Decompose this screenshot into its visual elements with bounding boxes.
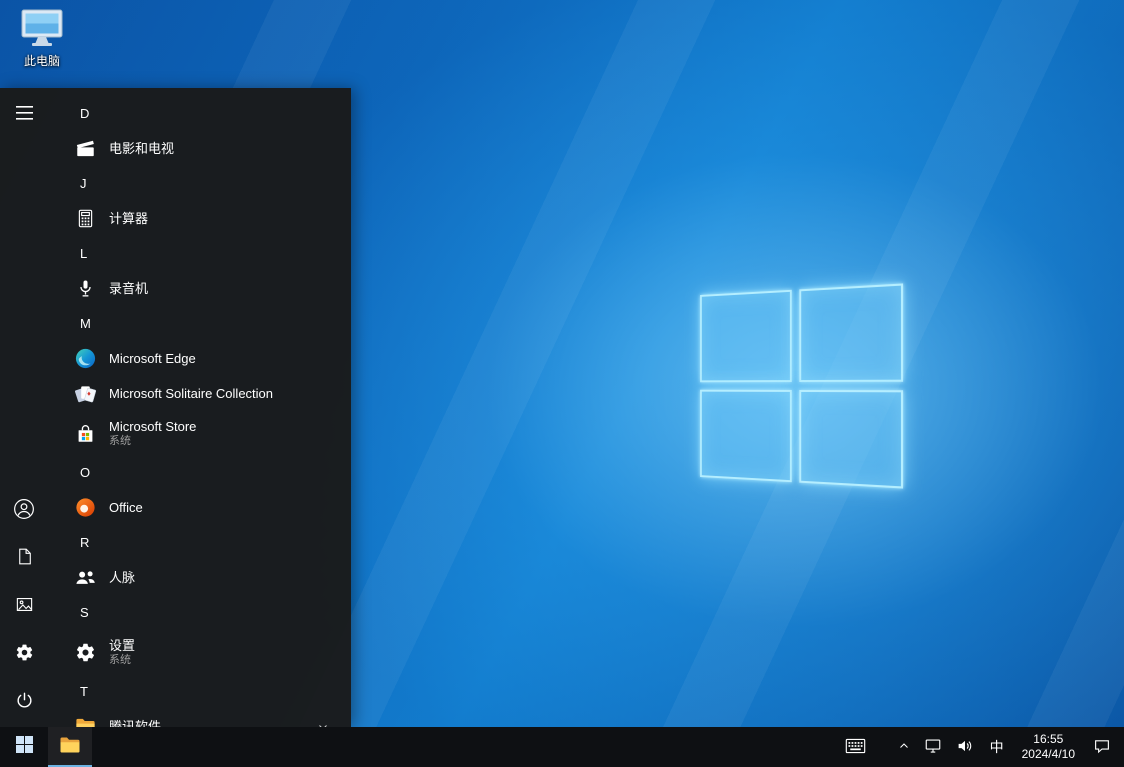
app-subtitle: 系统 xyxy=(109,654,135,667)
settings-rail-button[interactable] xyxy=(0,631,48,679)
app-item-tencent-folder[interactable]: 腾讯软件 xyxy=(60,709,351,727)
app-label: 录音机 xyxy=(109,281,148,297)
app-item-movies-tv[interactable]: 电影和电视 xyxy=(60,131,351,166)
app-label: Microsoft Solitaire Collection xyxy=(109,386,273,402)
rail-bottom-group xyxy=(0,487,48,727)
app-item-solitaire-collection[interactable]: Microsoft Solitaire Collection xyxy=(60,376,351,411)
group-letter: O xyxy=(80,465,90,480)
windows-logo-icon xyxy=(16,736,33,758)
power-button[interactable] xyxy=(0,679,48,727)
clock-date: 2024/4/10 xyxy=(1022,747,1075,762)
logo-pane xyxy=(700,290,792,382)
hamburger-menu-button[interactable] xyxy=(0,91,48,139)
app-item-people[interactable]: 人脉 xyxy=(60,560,351,595)
app-group-letter-t[interactable]: T xyxy=(60,674,351,709)
tray-overflow-button[interactable] xyxy=(891,727,917,767)
app-label: Office xyxy=(109,500,143,516)
calculator-icon xyxy=(72,206,98,232)
file-explorer-button[interactable] xyxy=(48,727,92,767)
desktop-icon-this-pc[interactable]: 此电脑 xyxy=(10,8,74,69)
app-group-letter-o[interactable]: O xyxy=(60,455,351,490)
start-menu: D 电影和电视 J 计算器 L 录音机 M xyxy=(0,88,351,727)
folder-icon xyxy=(72,714,98,728)
store-icon xyxy=(72,420,98,446)
network-icon xyxy=(924,737,942,758)
input-indicator-icon xyxy=(845,738,866,757)
file-explorer-icon xyxy=(58,733,82,762)
app-text: Microsoft Store 系统 xyxy=(109,419,196,448)
solitaire-icon xyxy=(72,381,98,407)
app-item-calculator[interactable]: 计算器 xyxy=(60,201,351,236)
app-group-letter-s[interactable]: S xyxy=(60,595,351,630)
start-menu-rail xyxy=(0,88,48,727)
movies-tv-icon xyxy=(72,136,98,162)
edge-icon xyxy=(72,346,98,372)
volume-button[interactable] xyxy=(949,727,981,767)
app-item-office[interactable]: Office xyxy=(60,490,351,525)
speaker-icon xyxy=(956,737,974,758)
app-label: 电影和电视 xyxy=(109,141,174,157)
hamburger-icon xyxy=(16,106,33,125)
group-letter: R xyxy=(80,535,89,550)
system-tray: 中 16:55 2024/4/10 xyxy=(838,727,1124,767)
app-item-microsoft-store[interactable]: Microsoft Store 系统 xyxy=(60,411,351,455)
start-button[interactable] xyxy=(0,727,48,767)
document-icon xyxy=(15,547,34,571)
app-group-letter-l[interactable]: L xyxy=(60,236,351,271)
taskbar-clock[interactable]: 16:55 2024/4/10 xyxy=(1013,727,1084,767)
logo-pane xyxy=(799,390,903,489)
app-group-letter-d[interactable]: D xyxy=(60,96,351,131)
people-icon xyxy=(72,565,98,591)
group-letter: T xyxy=(80,684,88,699)
settings-gear-icon xyxy=(72,639,98,665)
user-account-button[interactable] xyxy=(0,487,48,535)
logo-pane xyxy=(799,283,903,382)
ime-mode-button[interactable]: 中 xyxy=(981,727,1013,767)
group-letter: D xyxy=(80,106,89,121)
pictures-button[interactable] xyxy=(0,583,48,631)
app-label: 设置 xyxy=(109,638,135,654)
voice-recorder-icon xyxy=(72,276,98,302)
app-text: 设置 系统 xyxy=(109,638,135,667)
user-icon xyxy=(13,498,35,525)
power-icon xyxy=(15,691,34,715)
windows-wallpaper-logo xyxy=(700,283,903,488)
app-group-letter-m[interactable]: M xyxy=(60,306,351,341)
group-letter: L xyxy=(80,246,87,261)
group-letter: S xyxy=(80,605,89,620)
logo-pane xyxy=(700,390,792,482)
app-item-voice-recorder[interactable]: 录音机 xyxy=(60,271,351,306)
app-label: 计算器 xyxy=(109,211,148,227)
chevron-up-icon xyxy=(898,740,910,755)
app-group-letter-j[interactable]: J xyxy=(60,166,351,201)
input-indicator-button[interactable] xyxy=(838,727,873,767)
action-center-icon xyxy=(1093,737,1111,758)
action-center-button[interactable] xyxy=(1084,727,1124,767)
app-label: 人脉 xyxy=(109,570,135,586)
documents-button[interactable] xyxy=(0,535,48,583)
clock-time: 16:55 xyxy=(1033,732,1063,747)
desktop-icon-label: 此电脑 xyxy=(10,52,74,69)
pictures-icon xyxy=(15,595,34,619)
app-label: 腾讯软件 xyxy=(109,719,161,728)
group-letter: J xyxy=(80,176,87,191)
app-item-settings[interactable]: 设置 系统 xyxy=(60,630,351,674)
gear-icon xyxy=(15,643,34,667)
app-item-microsoft-edge[interactable]: Microsoft Edge xyxy=(60,341,351,376)
app-label: Microsoft Store xyxy=(109,419,196,435)
start-app-list: D 电影和电视 J 计算器 L 录音机 M xyxy=(48,88,351,727)
app-group-letter-r[interactable]: R xyxy=(60,525,351,560)
app-label: Microsoft Edge xyxy=(109,351,196,367)
app-subtitle: 系统 xyxy=(109,435,196,448)
group-letter: M xyxy=(80,316,91,331)
network-button[interactable] xyxy=(917,727,949,767)
office-icon xyxy=(72,495,98,521)
this-pc-icon xyxy=(10,8,74,50)
taskbar: 中 16:55 2024/4/10 xyxy=(0,727,1124,767)
